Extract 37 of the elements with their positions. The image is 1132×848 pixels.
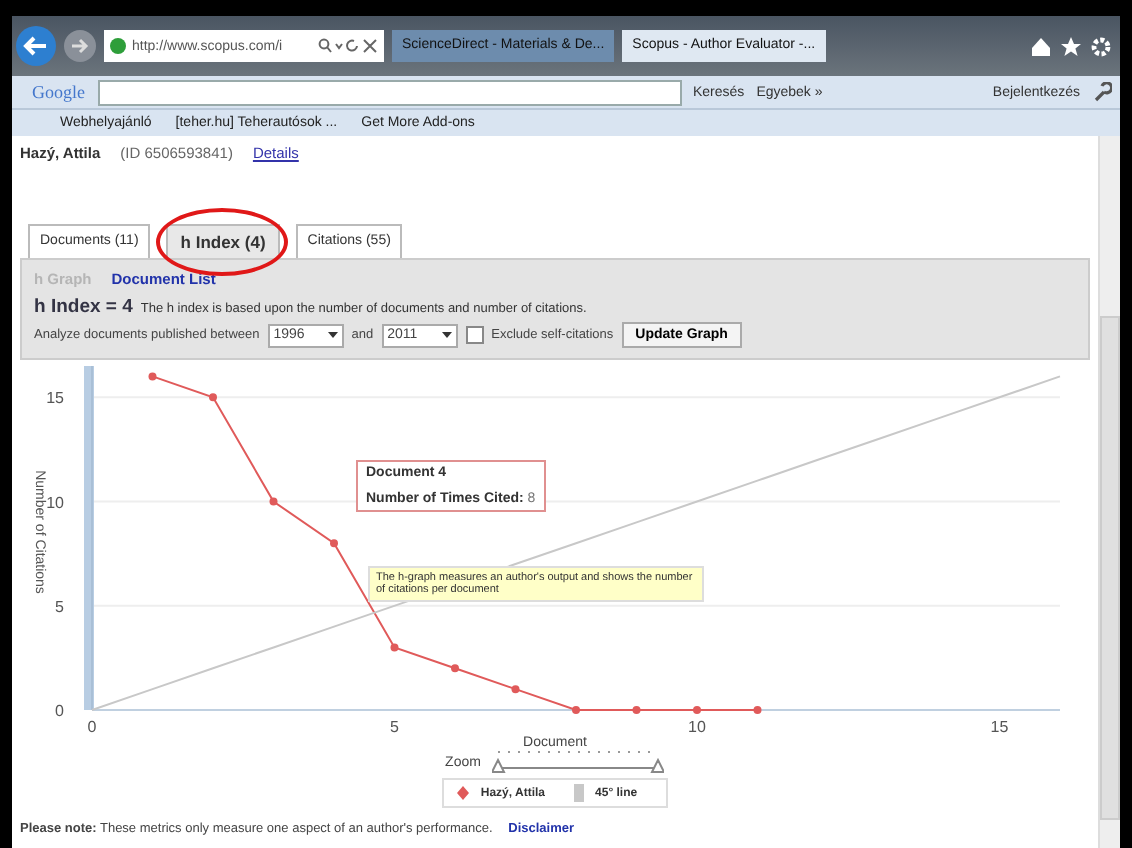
tab[interactable]: h Index (4) [166,224,280,258]
checkbox[interactable] [465,326,484,344]
data-point[interactable] [693,706,701,714]
forward-icon[interactable] [64,30,96,62]
data-point[interactable] [209,393,217,402]
x-tick-label: 0 [87,718,97,736]
data-point[interactable] [451,664,459,673]
search-field[interactable] [97,79,681,105]
data-point[interactable] [753,706,762,714]
caret-icon[interactable] [327,332,338,338]
y-tick-label: 10 [46,493,64,512]
x-tick-label: 15 [990,718,1009,736]
h-index-value: h Index = 4 [34,296,133,318]
star-icon[interactable] [1060,35,1082,57]
data-point[interactable] [632,706,641,714]
y-tick-label: 15 [46,389,64,408]
square-icon [571,784,586,802]
data-point[interactable] [511,685,520,694]
wrench-icon[interactable] [1092,82,1112,102]
y-tick-label: 5 [55,597,64,616]
settings-icon[interactable] [1090,35,1112,57]
data-point[interactable] [330,539,338,548]
data-point[interactable] [572,706,580,714]
x-tick-label: 10 [688,718,706,736]
scrollbar[interactable] [1098,136,1120,848]
google-logo: Google [32,82,85,102]
caret-icon[interactable] [441,332,452,338]
diamond-icon [456,784,471,802]
zoom-slider[interactable] [492,750,665,774]
address-buttons-icon[interactable] [318,38,378,54]
x-tick-label: 5 [390,718,399,736]
data-point[interactable] [269,497,278,506]
data-point[interactable] [148,372,157,381]
data-point[interactable] [390,643,399,652]
y-tick-label: 0 [55,702,64,720]
back-icon[interactable] [16,26,56,66]
home-icon[interactable] [1030,35,1052,57]
